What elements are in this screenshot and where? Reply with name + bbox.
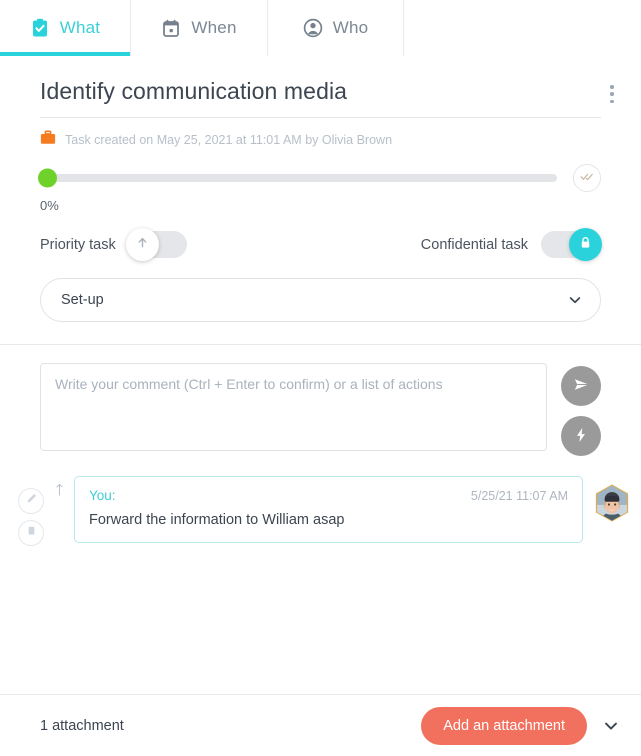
- comment-thread: You: 5/25/21 11:07 AM Forward the inform…: [0, 476, 641, 546]
- send-comment-button[interactable]: [561, 366, 601, 406]
- comment-timestamp: 5/25/21 11:07 AM: [470, 489, 568, 503]
- tab-when-label: When: [191, 18, 237, 37]
- tab-who-label: Who: [332, 18, 369, 37]
- comment-input[interactable]: [40, 363, 547, 451]
- composer-actions: [561, 363, 601, 456]
- tab-when[interactable]: When: [131, 0, 268, 56]
- comment-tools: [18, 476, 44, 546]
- confidential-task-label: Confidential task: [420, 236, 528, 253]
- quick-actions-button[interactable]: [561, 416, 601, 456]
- clipboard-check-icon: [30, 18, 50, 38]
- double-check-icon: [580, 169, 594, 187]
- tab-bar: What When Who: [0, 0, 641, 56]
- confidential-toggle-knob: [569, 228, 602, 261]
- priority-task-group: Priority task: [40, 228, 187, 261]
- thread-arrow-up-icon: [52, 476, 66, 497]
- task-meta: Task created on May 25, 2021 at 11:01 AM…: [40, 130, 601, 150]
- lightning-bolt-icon: [572, 426, 590, 447]
- confidential-task-toggle[interactable]: [541, 228, 602, 261]
- attachment-footer: 1 attachment Add an attachment: [0, 694, 641, 756]
- mark-complete-button[interactable]: [573, 164, 601, 192]
- lock-icon: [578, 235, 593, 255]
- progress-row: [38, 164, 601, 192]
- trash-icon: [25, 524, 38, 542]
- tab-bar-filler: [404, 0, 641, 56]
- footer-chevron-down-icon[interactable]: [603, 718, 619, 734]
- comment-text: Forward the information to William asap: [89, 512, 345, 528]
- comment-header: You: 5/25/21 11:07 AM: [89, 488, 568, 503]
- delete-comment-button[interactable]: [18, 520, 44, 546]
- edit-comment-button[interactable]: [18, 488, 44, 514]
- avatar-container: [591, 476, 633, 522]
- toggles-row: Priority task Confidential task: [40, 228, 602, 261]
- comment-composer: [40, 363, 601, 456]
- page-title: Identify communication media: [40, 78, 348, 104]
- comment-bubble: You: 5/25/21 11:07 AM Forward the inform…: [74, 476, 583, 543]
- task-meta-text: Task created on May 25, 2021 at 11:01 AM…: [65, 133, 393, 147]
- task-content: Identify communication media Task create…: [0, 56, 641, 546]
- category-value: Set-up: [61, 292, 104, 308]
- comment-author: You:: [89, 488, 116, 503]
- chevron-down-icon: [568, 293, 582, 307]
- progress-slider[interactable]: [38, 168, 557, 188]
- title-section: Identify communication media: [40, 56, 614, 118]
- tab-what[interactable]: What: [0, 0, 131, 56]
- priority-task-label: Priority task: [40, 236, 116, 253]
- progress-percent: 0%: [40, 198, 59, 213]
- tab-who[interactable]: Who: [268, 0, 404, 56]
- tab-what-label: What: [59, 18, 101, 37]
- add-attachment-button[interactable]: Add an attachment: [421, 706, 587, 745]
- progress-knob[interactable]: [38, 168, 57, 188]
- priority-task-toggle[interactable]: [125, 228, 187, 261]
- person-icon: [303, 18, 323, 38]
- section-divider: [0, 344, 641, 345]
- arrow-up-icon: [135, 235, 150, 255]
- user-avatar: [593, 484, 631, 522]
- task-detail-panel: What When Who Identify communication med…: [0, 0, 641, 756]
- category-dropdown[interactable]: Set-up: [40, 278, 601, 322]
- kebab-menu-icon[interactable]: [601, 82, 623, 106]
- briefcase-icon: [40, 130, 56, 150]
- attachment-count: 1 attachment: [40, 717, 124, 734]
- calendar-icon: [161, 18, 181, 38]
- pencil-icon: [25, 492, 38, 510]
- priority-toggle-knob: [125, 228, 159, 261]
- send-paper-plane-icon: [572, 375, 591, 397]
- confidential-task-group: Confidential task: [420, 228, 602, 261]
